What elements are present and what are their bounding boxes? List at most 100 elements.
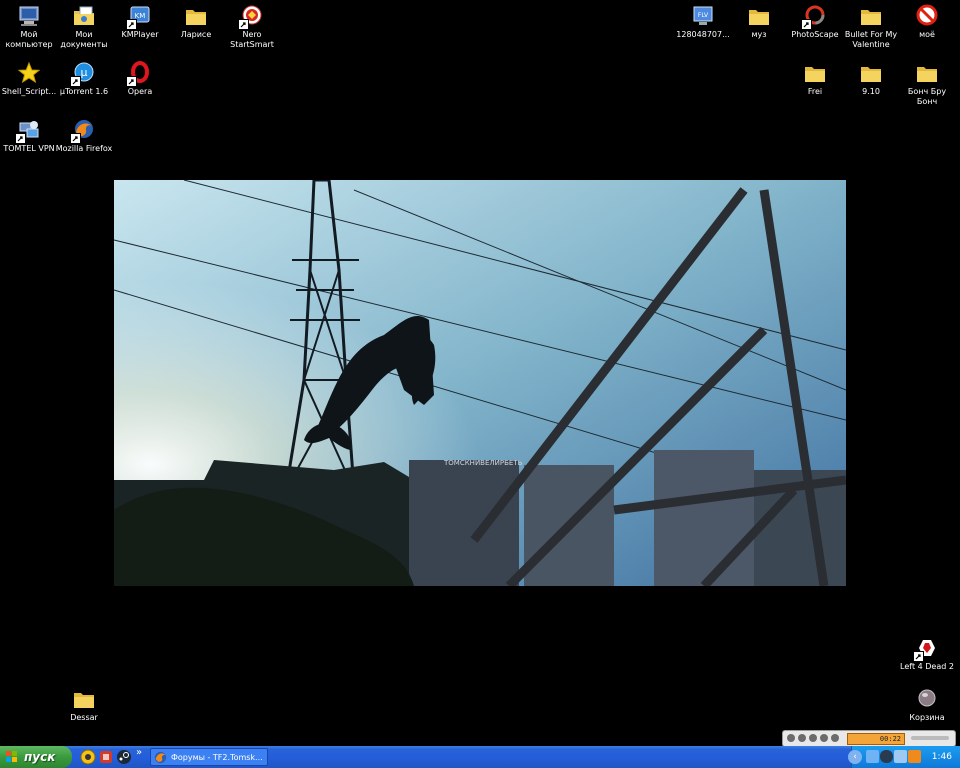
svg-text:FLV: FLV [698,12,709,19]
taskbar: пуск » Форумы - TF2.Tomsk... ‹ 1:46 [0,746,960,768]
svg-text:µ: µ [81,66,88,79]
desktop-icon-dessar[interactable]: Dessar [55,687,113,723]
firefox-label: Mozilla Firefox [55,144,113,153]
vpn-tray-icon[interactable] [894,750,907,763]
opera-label: Opera [127,87,153,96]
shortcut-arrow-icon [913,651,924,662]
desktop: Мой компьютер Мои документы KM KMPlayer … [0,0,960,747]
kmplayer-label: KMPlayer [121,30,159,39]
tomtel-vpn-label: TOMTEL VPN [3,144,55,153]
tray-expand-icon[interactable]: ‹ [848,750,862,764]
folder-icon [859,61,883,85]
desktop-icon-kmplayer[interactable]: KM KMPlayer [111,4,169,40]
desktop-icon-file-1280[interactable]: FLV 128048707... [674,4,732,40]
taskbar-window-firefox[interactable]: Форумы - TF2.Tomsk... [150,748,268,766]
quicklaunch-app-icon[interactable] [98,749,114,765]
video-file-icon: FLV [691,4,715,28]
play-button[interactable] [798,734,806,742]
recycle-bin-label: Корзина [909,713,945,722]
desktop-icon-larise[interactable]: Ларисе [167,4,225,40]
wallpaper-building-sign: ТОМСКНИВЕЛИРБЕТЬ [443,459,523,467]
desktop-icon-bullet[interactable]: Bullet For My Valentine [842,4,900,50]
network-connection-icon [15,118,41,144]
folder-icon [72,687,96,711]
desktop-icon-my-documents[interactable]: Мои документы [55,4,113,50]
desktop-icon-my-computer[interactable]: Мой компьютер [0,4,58,50]
file-1280-label: 128048707... [676,30,730,39]
shortcut-arrow-icon [238,19,249,30]
desktop-icon-tomtel-vpn[interactable]: TOMTEL VPN [0,118,58,154]
desktop-icon-shell-script[interactable]: Shell_Script... [0,61,58,97]
utorrent-icon: µ [70,61,96,87]
media-tray-icon[interactable] [908,750,921,763]
desktop-icon-muz[interactable]: муз [730,4,788,40]
shortcut-arrow-icon [70,133,81,144]
folder-icon [915,61,939,85]
start-label: пуск [24,750,56,764]
nine-ten-label: 9.10 [862,87,880,96]
firefox-icon [154,751,167,764]
volume-slider[interactable] [911,736,949,740]
quicklaunch-steam-icon[interactable] [116,749,132,765]
no-entry-icon [915,4,939,28]
bonch-label: Бонч Бру Бонч [907,87,947,106]
clock[interactable]: 1:46 [932,746,952,768]
task-button-label: Форумы - TF2.Tomsk... [171,753,263,762]
photoscape-label: PhotoScape [791,30,839,39]
documents-folder-icon [72,4,96,28]
player-time: 00:22 [879,735,901,743]
stop-button[interactable] [820,734,828,742]
folder-icon [747,4,771,28]
desktop-icon-nero[interactable]: Nero StartSmart [223,4,281,50]
media-player-minibar[interactable]: 00:22 [782,730,956,747]
desktop-icon-frei[interactable]: Frei [786,61,844,97]
prev-button[interactable] [787,734,795,742]
left4dead-icon [913,636,939,662]
frei-label: Frei [807,87,823,96]
desktop-icon-left4dead[interactable]: Left 4 Dead 2 [898,636,956,672]
system-tray: ‹ 1:46 [848,746,960,768]
start-button[interactable]: пуск [0,746,72,768]
shortcut-arrow-icon [126,76,137,87]
shell-script-label: Shell_Script... [1,87,57,96]
desktop-icon-moe[interactable]: моё [898,4,956,40]
shortcut-arrow-icon [15,133,26,144]
photoscape-icon [801,4,827,30]
shortcut-arrow-icon [126,19,137,30]
nero-icon [238,4,264,30]
my-computer-label: Мой компьютер [5,30,53,49]
moe-label: моё [919,30,935,39]
next-button[interactable] [831,734,839,742]
pause-button[interactable] [809,734,817,742]
muz-label: муз [751,30,767,39]
desktop-icon-utorrent[interactable]: µ µTorrent 1.6 [55,61,113,97]
desktop-icon-firefox[interactable]: Mozilla Firefox [55,118,113,154]
quicklaunch-aim-icon[interactable] [80,749,96,765]
computer-icon [17,4,41,28]
windows-flag-icon [6,751,17,762]
shortcut-arrow-icon [70,76,81,87]
bullet-label: Bullet For My Valentine [844,30,898,49]
wallpaper-photo: ТОМСКНИВЕЛИРБЕТЬ [114,180,846,586]
firefox-icon [70,118,96,144]
my-documents-label: Мои документы [60,30,108,49]
dessar-label: Dessar [70,713,98,722]
desktop-icon-opera[interactable]: Opera [111,61,169,97]
network-tray-icon[interactable] [866,750,879,763]
utorrent-label: µTorrent 1.6 [59,87,109,96]
opera-icon [126,61,152,87]
nero-label: Nero StartSmart [230,30,274,49]
desktop-icon-photoscape[interactable]: PhotoScape [786,4,844,40]
recycle-bin-icon [915,687,939,711]
desktop-icon-bonch[interactable]: Бонч Бру Бонч [898,61,956,107]
folder-icon [184,4,208,28]
desktop-icon-nine-ten[interactable]: 9.10 [842,61,900,97]
steam-tray-icon[interactable] [880,750,893,763]
shortcut-arrow-icon [801,19,812,30]
larise-label: Ларисе [180,30,212,39]
kmplayer-icon: KM [126,4,152,30]
quicklaunch-overflow-icon[interactable]: » [136,747,142,758]
desktop-icon-recycle-bin[interactable]: Корзина [898,687,956,723]
folder-icon [803,61,827,85]
player-time-display: 00:22 [847,733,905,745]
